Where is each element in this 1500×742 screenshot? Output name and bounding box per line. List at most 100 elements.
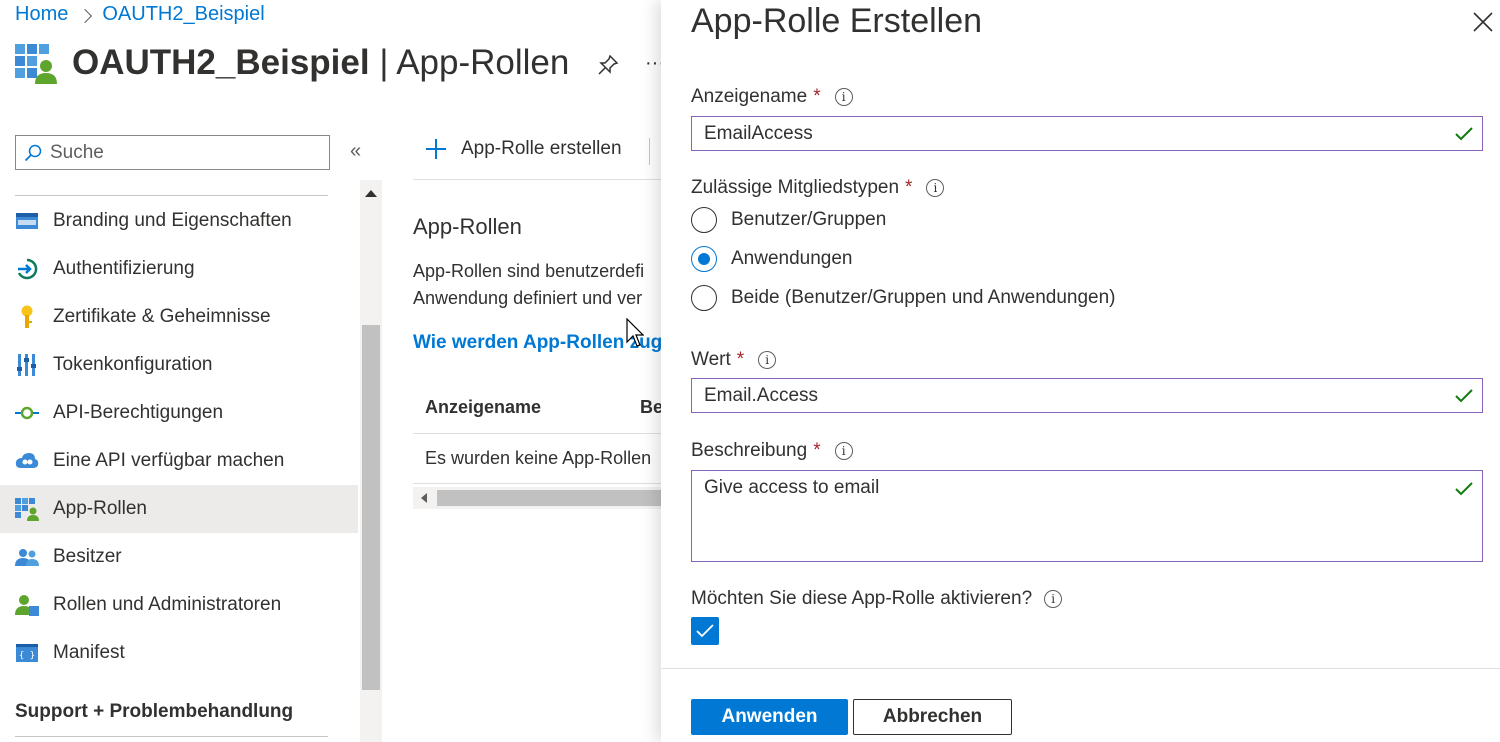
chevron-right-icon	[78, 8, 93, 23]
value-label: Wert * i	[691, 349, 777, 371]
table-header: Anzeigename Be	[413, 382, 663, 434]
info-icon[interactable]: i	[926, 179, 945, 197]
checkmark-valid-icon	[1455, 388, 1473, 402]
required-marker: *	[736, 349, 745, 370]
page-title-app: OAUTH2_Beispiel	[72, 43, 370, 82]
sidebar-item-label: Eine API verfügbar machen	[53, 450, 285, 471]
api-permissions-icon	[15, 401, 39, 425]
breadcrumb-home-link[interactable]: Home	[15, 3, 68, 26]
sidebar-item-expose-api[interactable]: Eine API verfügbar machen	[0, 437, 358, 485]
sidebar-item-owners[interactable]: Besitzer	[0, 533, 358, 581]
sidebar-item-label: Zertifikate & Geheimnisse	[53, 306, 271, 327]
table-horizontal-scrollbar[interactable]	[413, 487, 663, 509]
radio-users-groups[interactable]: Benutzer/Gruppen	[691, 207, 886, 233]
value-input[interactable]: Email.Access	[691, 378, 1483, 413]
sidebar-divider-bottom	[15, 736, 328, 737]
page-header: OAUTH2_Beispiel | App-Rollen	[15, 42, 569, 84]
app-registration-icon	[15, 42, 57, 84]
sidebar-item-label: Rollen und Administratoren	[53, 594, 282, 615]
sidebar-item-label: Besitzer	[53, 546, 122, 567]
sidebar-item-label: Branding und Eigenschaften	[53, 210, 292, 231]
info-icon[interactable]: i	[758, 351, 777, 369]
panel-title: App-Rolle Erstellen	[691, 2, 983, 40]
pin-icon[interactable]	[597, 54, 619, 81]
table-scroll-thumb[interactable]	[437, 490, 663, 506]
page-title-section: App-Rollen	[396, 43, 570, 82]
radio-label: Beide (Benutzer/Gruppen und Anwendungen)	[731, 287, 1116, 308]
sidebar-scroll-thumb[interactable]	[362, 325, 380, 690]
sidebar-item-label: Manifest	[53, 642, 125, 663]
cancel-button[interactable]: Abbrechen	[853, 699, 1012, 735]
checkmark-icon	[696, 624, 714, 638]
sidebar-section-heading: Support + Problembehandlung	[15, 701, 294, 722]
info-icon[interactable]: i	[834, 442, 853, 460]
column-header-display-name[interactable]: Anzeigename	[425, 397, 640, 418]
column-header-description[interactable]: Be	[640, 397, 663, 418]
radio-button[interactable]	[691, 207, 717, 233]
key-icon	[15, 305, 39, 329]
apply-button[interactable]: Anwenden	[691, 699, 848, 735]
radio-button-selected[interactable]	[691, 246, 717, 272]
description-textarea[interactable]: Give access to email	[691, 470, 1483, 562]
search-icon	[24, 144, 42, 161]
main-description: App-Rollen sind benutzerdefi Anwendung d…	[413, 258, 663, 312]
close-icon[interactable]	[1471, 10, 1495, 34]
sidebar-item-app-roles[interactable]: App-Rollen	[0, 485, 358, 533]
enable-role-label-text: Möchten Sie diese App-Rolle aktivieren?	[691, 588, 1033, 609]
search-placeholder: Suche	[50, 141, 104, 163]
cloud-api-icon	[15, 449, 39, 473]
sidebar-nav: Branding und Eigenschaften Authentifizie…	[0, 197, 358, 677]
required-marker: *	[813, 86, 821, 107]
breadcrumb-app-link[interactable]: OAUTH2_Beispiel	[102, 3, 264, 26]
member-types-label-text: Zulässige Mitgliedstypen	[691, 177, 900, 198]
owners-icon	[15, 545, 39, 569]
sidebar-item-branding[interactable]: Branding und Eigenschaften	[0, 197, 358, 245]
page-title-separator: |	[369, 43, 397, 82]
checkmark-valid-icon	[1455, 482, 1473, 496]
radio-button[interactable]	[691, 285, 717, 311]
description-label-text: Beschreibung	[691, 440, 808, 461]
enable-role-checkbox[interactable]	[691, 617, 719, 645]
sidebar-item-authentication[interactable]: Authentifizierung	[0, 245, 358, 293]
app-roles-icon	[15, 497, 39, 521]
radio-applications[interactable]: Anwendungen	[691, 246, 853, 272]
svg-text:{ }: { }	[19, 651, 35, 661]
sidebar-item-label: API-Berechtigungen	[53, 402, 224, 423]
collapse-sidebar-icon[interactable]: «	[350, 140, 361, 163]
radio-label: Anwendungen	[731, 248, 853, 269]
radio-label: Benutzer/Gruppen	[731, 209, 887, 230]
breadcrumb: Home OAUTH2_Beispiel	[15, 3, 265, 26]
sidebar-item-api-permissions[interactable]: API-Berechtigungen	[0, 389, 358, 437]
sidebar-item-manifest[interactable]: { } Manifest	[0, 629, 358, 677]
create-app-role-label: App-Rolle erstellen	[461, 138, 622, 159]
display-name-label-text: Anzeigename	[691, 86, 808, 107]
scroll-left-arrow-icon[interactable]	[421, 493, 427, 503]
description-line-1: App-Rollen sind benutzerdefi	[413, 261, 645, 281]
command-bar-separator	[649, 138, 650, 165]
value-input-value: Email.Access	[704, 384, 819, 406]
scroll-up-arrow-icon[interactable]	[365, 190, 377, 197]
sidebar-item-certificates[interactable]: Zertifikate & Geheimnisse	[0, 293, 358, 341]
sidebar-search-input[interactable]: Suche	[15, 135, 330, 170]
mouse-cursor-icon	[626, 317, 645, 353]
create-app-role-button[interactable]: App-Rolle erstellen	[425, 138, 622, 160]
checkmark-valid-icon	[1455, 126, 1473, 140]
display-name-input[interactable]: EmailAccess	[691, 116, 1483, 151]
sidebar-item-token-config[interactable]: Tokenkonfiguration	[0, 341, 358, 389]
radio-both[interactable]: Beide (Benutzer/Gruppen und Anwendungen)	[691, 285, 1116, 311]
plus-icon	[426, 139, 446, 159]
sidebar-item-roles-admins[interactable]: Rollen und Administratoren	[0, 581, 358, 629]
manifest-icon: { }	[15, 641, 39, 665]
branding-icon	[15, 209, 39, 233]
sidebar-item-label: App-Rollen	[53, 498, 147, 519]
info-icon[interactable]: i	[834, 88, 853, 106]
page-title: OAUTH2_Beispiel | App-Rollen	[72, 43, 569, 83]
command-bar-divider	[413, 179, 663, 180]
info-icon[interactable]: i	[1044, 590, 1063, 608]
main-heading: App-Rollen	[413, 214, 522, 239]
required-marker: *	[813, 440, 821, 461]
description-line-2: Anwendung definiert und ver	[413, 288, 643, 308]
panel-footer-divider	[661, 668, 1500, 669]
value-label-text: Wert	[691, 349, 731, 370]
create-app-role-panel: App-Rolle Erstellen Anzeigename * i Emai…	[661, 0, 1500, 742]
